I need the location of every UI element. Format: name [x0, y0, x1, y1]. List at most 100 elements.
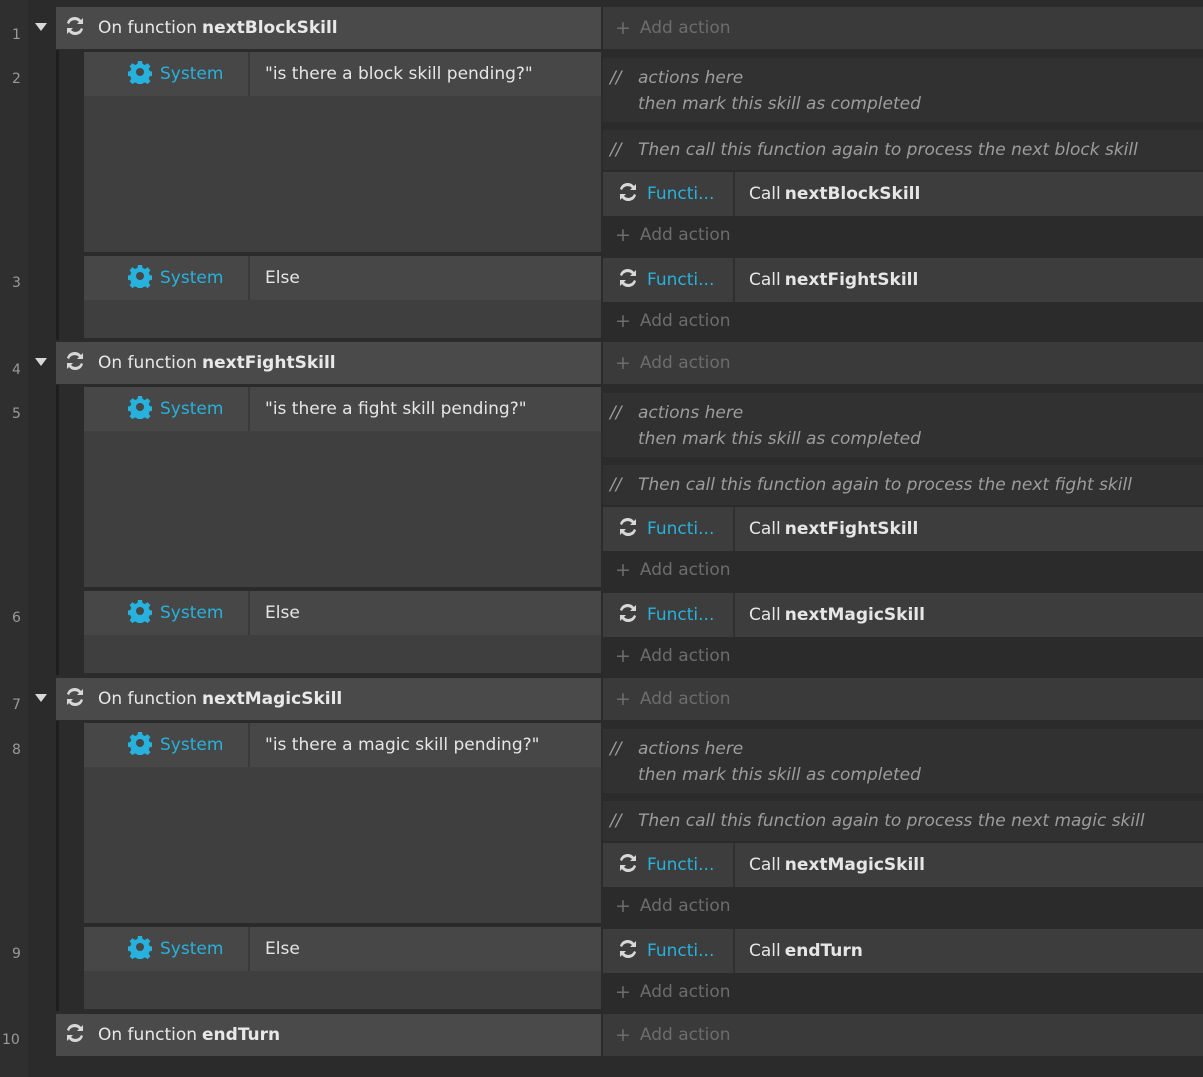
sub-event-block[interactable]: System "is there a block skill pending?" — [84, 52, 601, 252]
line-number: 6 — [12, 610, 21, 626]
line-number: 1 — [12, 27, 21, 43]
function-name: nextBlockSkill — [202, 18, 338, 38]
condition-row[interactable]: System "is there a fight skill pending?" — [84, 387, 601, 431]
condition-row[interactable]: System "is there a magic skill pending?" — [84, 723, 601, 767]
sub-event-block[interactable]: System Else — [84, 256, 601, 338]
function-loop-icon — [62, 13, 88, 44]
add-action-button[interactable]: + Add action — [603, 551, 1203, 589]
sub-event-block[interactable]: System "is there a fight skill pending?" — [84, 387, 601, 587]
condition-row[interactable]: System "is there a block skill pending?" — [84, 52, 601, 96]
comment-block[interactable]: // Then call this function again to proc… — [603, 465, 1203, 505]
line-number: 2 — [12, 71, 21, 87]
add-action-button[interactable]: + Add action — [603, 302, 1203, 340]
add-action-label: Add action — [639, 225, 731, 245]
comment-block[interactable]: // actions here then mark this skill as … — [603, 393, 1203, 457]
line-number: 3 — [12, 275, 21, 291]
action-object[interactable]: Functi... — [603, 507, 735, 551]
comment-block[interactable]: // Then call this function again to proc… — [603, 801, 1203, 841]
event-prefix: On function — [98, 689, 198, 709]
add-action-label: Add action — [639, 18, 731, 38]
comment-marker: // — [610, 739, 622, 759]
action-object[interactable]: Functi... — [603, 929, 735, 973]
condition-row[interactable]: System Else — [84, 591, 601, 635]
plus-icon: + — [615, 1024, 631, 1046]
function-loop-icon — [615, 179, 641, 210]
comment-block[interactable]: // actions here then mark this skill as … — [603, 729, 1203, 793]
event-header[interactable]: On function nextBlockSkill — [56, 7, 601, 49]
nesting-bar — [56, 385, 59, 675]
condition-object[interactable]: System — [84, 591, 250, 635]
event-prefix: On function — [98, 18, 198, 38]
action-object[interactable]: Functi... — [603, 843, 735, 887]
comment-text: then mark this skill as completed — [638, 429, 921, 449]
action-row[interactable]: Functi... Call nextBlockSkill — [603, 172, 1203, 216]
action-verb: Call — [749, 184, 781, 204]
add-action-label: Add action — [639, 896, 731, 916]
add-action-button[interactable]: + Add action — [603, 637, 1203, 675]
add-action-button[interactable]: + Add action — [603, 216, 1203, 254]
object-name: System — [160, 939, 224, 959]
comment-block[interactable]: // Then call this function again to proc… — [603, 130, 1203, 170]
condition-row[interactable]: System Else — [84, 927, 601, 971]
comment-block[interactable]: // actions here then mark this skill as … — [603, 58, 1203, 122]
function-loop-icon — [62, 348, 88, 379]
event-prefix: On function — [98, 1025, 198, 1045]
gear-icon — [127, 935, 153, 964]
sub-event-block[interactable]: System Else — [84, 927, 601, 1009]
action-text: Call nextBlockSkill — [735, 184, 920, 204]
action-text: Call nextFightSkill — [735, 270, 918, 290]
line-number: 7 — [12, 697, 21, 713]
action-text: Call nextFightSkill — [735, 519, 918, 539]
collapse-triangle-icon[interactable] — [35, 358, 47, 366]
comment-text: then mark this skill as completed — [638, 765, 921, 785]
condition-object[interactable]: System — [84, 387, 250, 431]
action-object[interactable]: Functi... — [603, 593, 735, 637]
condition-row[interactable]: System Else — [84, 256, 601, 300]
add-action-button[interactable]: + Add action — [603, 7, 1203, 49]
condition-object[interactable]: System — [84, 256, 250, 300]
event-header[interactable]: On function nextMagicSkill — [56, 678, 601, 720]
sub-event-block[interactable]: System Else — [84, 591, 601, 673]
comment-text: actions here — [638, 403, 744, 423]
object-name: System — [160, 64, 224, 84]
condition-object[interactable]: System — [84, 52, 250, 96]
action-verb: Call — [749, 941, 781, 961]
plus-icon: + — [615, 224, 631, 246]
event-header[interactable]: On function nextFightSkill — [56, 342, 601, 384]
action-row[interactable]: Functi... Call nextFightSkill — [603, 507, 1203, 551]
action-row[interactable]: Functi... Call nextMagicSkill — [603, 843, 1203, 887]
plus-icon: + — [615, 688, 631, 710]
plus-icon: + — [615, 559, 631, 581]
collapse-triangle-icon[interactable] — [35, 694, 47, 702]
comment-text: Then call this function again to process… — [638, 475, 1132, 495]
add-action-label: Add action — [639, 646, 731, 666]
comment-marker: // — [610, 475, 622, 495]
action-text: Call endTurn — [735, 941, 863, 961]
event-header[interactable]: On function endTurn — [56, 1014, 601, 1056]
add-action-button[interactable]: + Add action — [603, 342, 1203, 384]
collapse-triangle-icon[interactable] — [35, 23, 47, 31]
plus-icon: + — [615, 310, 631, 332]
action-row[interactable]: Functi... Call nextMagicSkill — [603, 593, 1203, 637]
function-name: nextFightSkill — [784, 519, 919, 539]
add-action-button[interactable]: + Add action — [603, 887, 1203, 925]
object-name: Functi... — [647, 184, 715, 204]
plus-icon: + — [615, 352, 631, 374]
add-action-button[interactable]: + Add action — [603, 1014, 1203, 1056]
function-name: endTurn — [784, 941, 863, 961]
plus-icon: + — [615, 17, 631, 39]
add-action-button[interactable]: + Add action — [603, 973, 1203, 1011]
action-object[interactable]: Functi... — [603, 258, 735, 302]
condition-object[interactable]: System — [84, 927, 250, 971]
action-row[interactable]: Functi... Call nextFightSkill — [603, 258, 1203, 302]
condition-text: "is there a magic skill pending?" — [265, 735, 540, 755]
function-loop-icon — [615, 265, 641, 296]
action-row[interactable]: Functi... Call endTurn — [603, 929, 1203, 973]
condition-object[interactable]: System — [84, 723, 250, 767]
comment-marker: // — [610, 140, 622, 160]
action-object[interactable]: Functi... — [603, 172, 735, 216]
sub-event-block[interactable]: System "is there a magic skill pending?" — [84, 723, 601, 923]
event-prefix: On function — [98, 353, 198, 373]
function-name: nextFightSkill — [202, 353, 336, 373]
add-action-button[interactable]: + Add action — [603, 678, 1203, 720]
